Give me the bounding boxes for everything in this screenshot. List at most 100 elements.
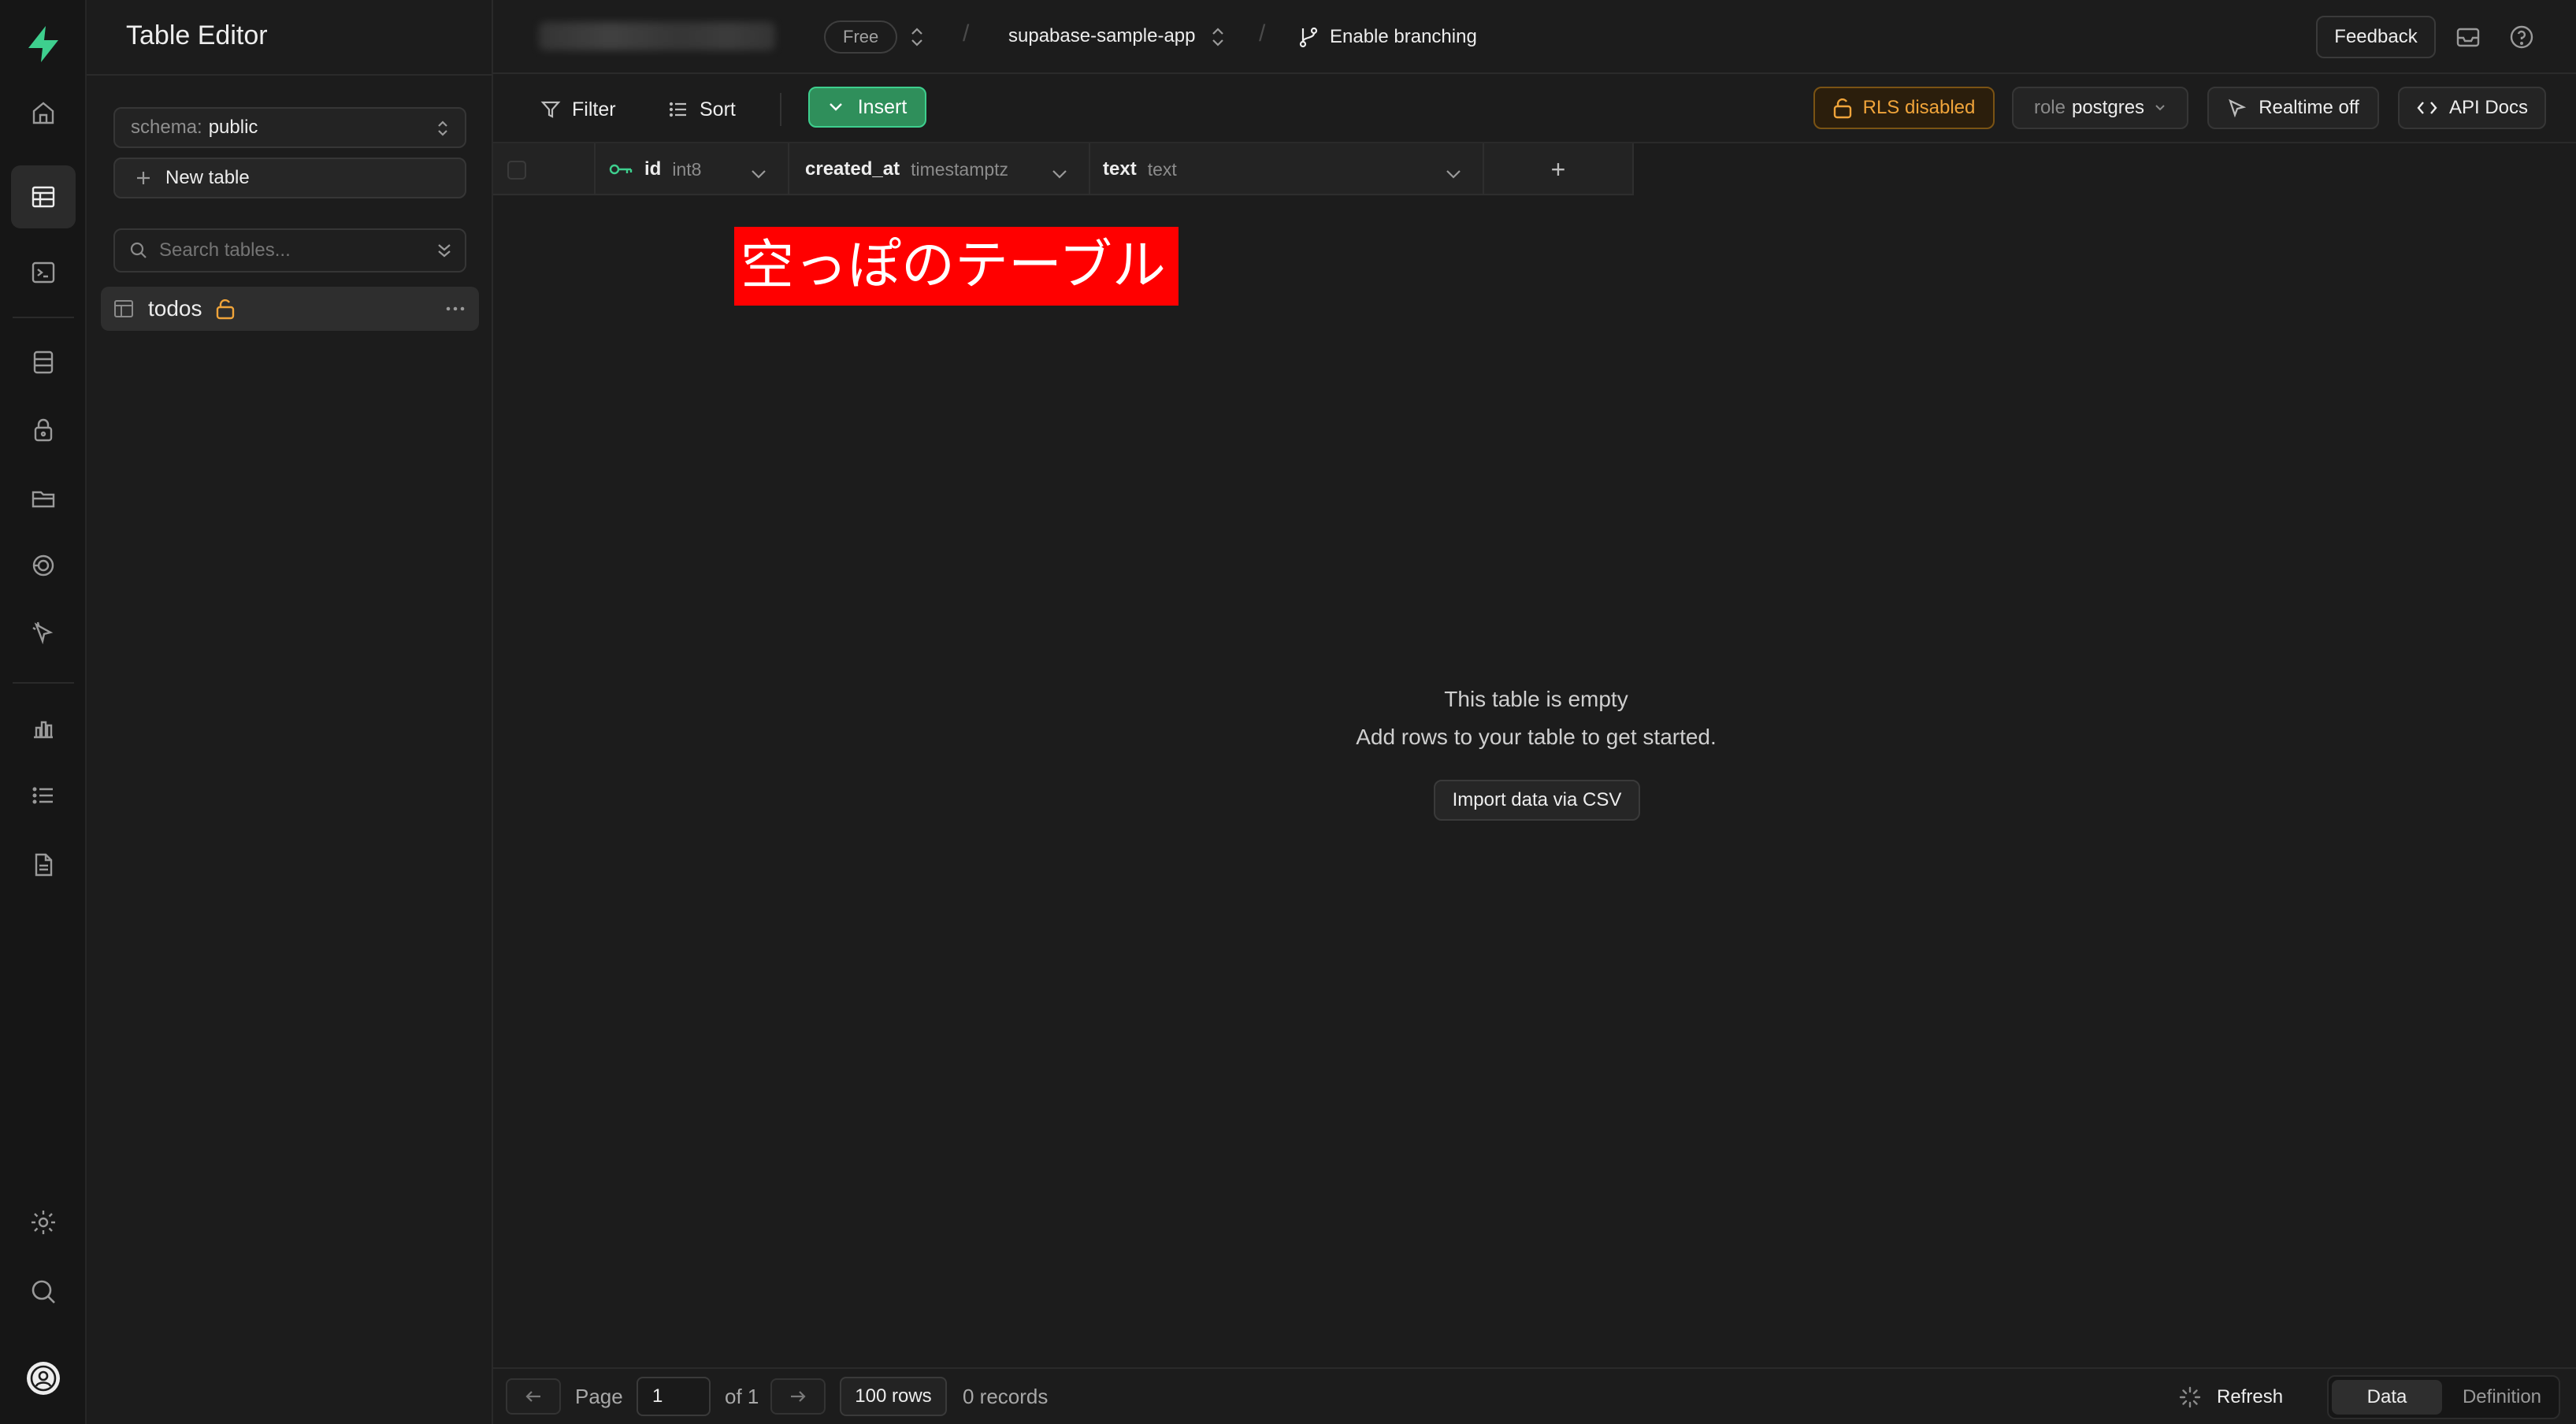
arrow-left-icon xyxy=(524,1385,543,1409)
chevron-down-icon xyxy=(2154,103,2166,113)
chevron-down-icon[interactable] xyxy=(1445,161,1462,186)
primary-key-icon xyxy=(608,161,633,177)
table-editor-panel: Table Editor schema: public New table to… xyxy=(87,0,493,1424)
api-docs-label: API Docs xyxy=(2448,97,2529,118)
api-docs-icon[interactable] xyxy=(0,833,87,896)
search-icon[interactable] xyxy=(0,1260,87,1323)
storage-icon[interactable] xyxy=(0,466,87,529)
filter-label: Filter xyxy=(572,98,616,121)
sidebar-table-todos[interactable]: todos xyxy=(101,287,479,331)
realtime-toggle-button[interactable]: Realtime off xyxy=(2207,87,2379,129)
edge-functions-icon[interactable] xyxy=(0,534,87,597)
realtime-label: Realtime off xyxy=(2259,97,2359,118)
record-count: 0 records xyxy=(963,1385,1049,1408)
add-column-button[interactable]: + xyxy=(1484,143,1634,195)
filter-chevrons-icon[interactable] xyxy=(435,241,454,267)
table-name: todos xyxy=(148,296,202,321)
page-label: Page xyxy=(575,1385,623,1408)
api-docs-button[interactable]: API Docs xyxy=(2398,87,2546,129)
sort-button[interactable]: Sort xyxy=(668,91,736,128)
organization-name-blurred[interactable] xyxy=(539,22,775,50)
empty-state-title: This table is empty xyxy=(1444,687,1628,711)
top-bar: Free / supabase-sample-app / Enable bran… xyxy=(493,0,2576,74)
arrow-right-icon xyxy=(789,1385,807,1409)
database-icon[interactable] xyxy=(0,331,87,394)
sort-label: Sort xyxy=(700,98,736,121)
reports-icon[interactable] xyxy=(0,696,87,759)
supabase-logo-icon[interactable] xyxy=(0,13,87,76)
auth-lock-icon[interactable] xyxy=(0,399,87,462)
filter-button[interactable]: Filter xyxy=(540,91,616,128)
page-count-label: of 1 xyxy=(725,1385,759,1408)
table-toolbar: Filter Sort Insert RLS disabled role pos… xyxy=(493,74,2576,143)
schema-key: schema: xyxy=(131,117,202,138)
column-header-text[interactable]: text text xyxy=(1090,143,1484,195)
realtime-icon[interactable] xyxy=(0,602,87,665)
help-icon[interactable] xyxy=(2508,24,2535,56)
tab-definition[interactable]: Definition xyxy=(2447,1380,2557,1415)
import-csv-button[interactable]: Import data via CSV xyxy=(1434,780,1640,821)
inbox-icon[interactable] xyxy=(2455,24,2481,56)
rls-disabled-button[interactable]: RLS disabled xyxy=(1813,87,1995,129)
refresh-button[interactable]: Refresh xyxy=(2179,1380,2283,1415)
schema-selector[interactable]: schema: public xyxy=(113,107,466,148)
column-name: text xyxy=(1103,158,1137,180)
plan-badge: Free xyxy=(824,20,898,54)
panel-title: Table Editor xyxy=(126,20,268,50)
search-tables-input[interactable] xyxy=(159,239,419,261)
next-page-button[interactable] xyxy=(770,1378,826,1415)
view-toggle: Data Definition xyxy=(2327,1375,2560,1419)
sort-list-icon xyxy=(668,99,689,120)
more-options-icon[interactable] xyxy=(444,298,466,325)
chevron-down-icon[interactable] xyxy=(1051,161,1068,186)
column-header-created-at[interactable]: created_at timestamptz xyxy=(789,143,1090,195)
insert-label: Insert xyxy=(857,95,908,118)
annotation-label: 空っぽのテーブル xyxy=(734,227,1179,306)
role-selector[interactable]: role postgres xyxy=(2012,87,2188,129)
logs-icon[interactable] xyxy=(0,764,87,827)
column-name: id xyxy=(644,158,662,180)
project-name[interactable]: supabase-sample-app xyxy=(1008,25,1195,47)
grid-header-row: id int8 created_at timestamptz text text… xyxy=(493,143,1634,195)
breadcrumb-separator: / xyxy=(963,20,970,46)
role-key: role xyxy=(2033,97,2066,118)
org-switcher-chevron-icon[interactable] xyxy=(909,27,925,53)
page-number-input[interactable] xyxy=(637,1377,711,1416)
column-name: created_at xyxy=(805,158,900,180)
breadcrumb-separator: / xyxy=(1259,20,1266,46)
filter-icon xyxy=(540,99,561,120)
chevron-up-down-icon xyxy=(435,120,451,143)
settings-icon[interactable] xyxy=(0,1191,87,1254)
git-branch-icon xyxy=(1298,26,1319,48)
new-table-button[interactable]: New table xyxy=(113,158,466,198)
rows-per-page-button[interactable]: 100 rows xyxy=(840,1377,947,1416)
left-nav-rail xyxy=(0,0,87,1424)
chevron-down-icon[interactable] xyxy=(750,161,767,186)
enable-branching-button[interactable]: Enable branching xyxy=(1298,20,1477,54)
loading-spinner-icon xyxy=(2179,1386,2201,1408)
role-value: postgres xyxy=(2071,97,2145,118)
plus-icon xyxy=(135,170,151,186)
select-all-checkbox[interactable] xyxy=(507,161,526,180)
feedback-button[interactable]: Feedback xyxy=(2316,16,2436,58)
search-tables-box[interactable] xyxy=(113,228,466,273)
column-header-id[interactable]: id int8 xyxy=(596,143,789,195)
column-type: text xyxy=(1147,158,1177,180)
rls-label: RLS disabled xyxy=(1862,97,1976,118)
project-switcher-chevron-icon[interactable] xyxy=(1210,27,1226,53)
pagination-footer: Page of 1 100 rows 0 records Refresh Dat… xyxy=(493,1367,2576,1424)
home-icon[interactable] xyxy=(0,82,87,145)
enable-branching-label: Enable branching xyxy=(1330,26,1477,47)
previous-page-button[interactable] xyxy=(506,1378,561,1415)
schema-value: public xyxy=(208,117,258,138)
refresh-label: Refresh xyxy=(2217,1386,2284,1407)
account-avatar-icon[interactable] xyxy=(0,1347,87,1410)
select-all-cell[interactable] xyxy=(493,143,596,195)
tab-data[interactable]: Data xyxy=(2332,1380,2442,1415)
code-icon xyxy=(2416,99,2438,117)
sql-editor-icon[interactable] xyxy=(0,241,87,304)
insert-button[interactable]: Insert xyxy=(808,87,926,128)
unlock-icon xyxy=(1833,97,1852,119)
table-icon xyxy=(113,299,134,319)
table-editor-icon[interactable] xyxy=(11,165,76,228)
